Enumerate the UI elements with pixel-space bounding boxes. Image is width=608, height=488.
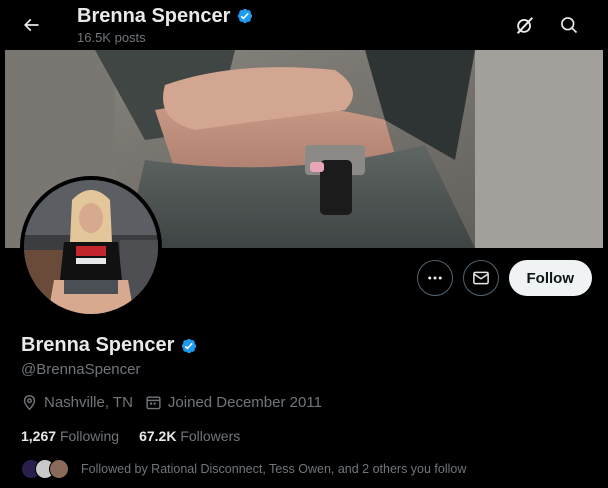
verified-badge-icon [238, 8, 253, 24]
followers-count: 67.2K [139, 428, 177, 444]
arrow-left-icon [23, 18, 39, 32]
followers-label: Followers [180, 428, 241, 444]
display-name: Brenna Spencer [21, 334, 175, 356]
calendar-icon [146, 396, 161, 410]
profile-stats: 1,267 Following 67.2K Followers [21, 428, 260, 444]
following-label: Following [59, 428, 120, 444]
profile-avatar[interactable] [20, 176, 162, 318]
followed-by-text: Followed by Rational Disconnect, Tess Ow… [81, 462, 467, 476]
verified-badge-icon[interactable] [179, 336, 199, 356]
more-button[interactable] [416, 260, 453, 296]
header-title-block: Brenna Spencer 16.5K posts [77, 4, 255, 45]
location-text: Nashville, TN [44, 394, 133, 411]
location-pin-icon [23, 395, 36, 411]
message-button[interactable] [462, 260, 499, 296]
profile-meta: Nashville, TN Joined December 2011 [21, 394, 334, 411]
followed-by-avatars [21, 459, 73, 479]
profile-location: Nashville, TN [21, 394, 133, 411]
profile-joined: Joined December 2011 [145, 394, 322, 411]
header-posts-count: 16.5K posts [77, 30, 146, 45]
more-icon [427, 276, 442, 280]
back-button[interactable] [12, 6, 50, 44]
grok-button[interactable] [506, 6, 544, 44]
joined-text: Joined December 2011 [167, 394, 322, 411]
search-button[interactable] [550, 6, 588, 44]
profile-name-row: Brenna Spencer [21, 334, 199, 357]
avatar-image [24, 180, 158, 314]
profile-handle: @BrennaSpencer [21, 361, 141, 378]
header-title: Brenna Spencer [77, 5, 231, 27]
following-count: 1,267 [21, 428, 57, 444]
followed-by-row[interactable]: Followed by Rational Disconnect, Tess Ow… [21, 459, 466, 479]
grok-icon [516, 16, 534, 34]
profile-actions: Follow [416, 260, 592, 296]
search-icon [561, 17, 578, 34]
followers-link[interactable]: 67.2K Followers [139, 428, 240, 444]
follower-avatar [49, 459, 69, 479]
profile-header-bar: Brenna Spencer 16.5K posts [0, 0, 608, 50]
following-link[interactable]: 1,267 Following [21, 428, 119, 444]
follow-button[interactable]: Follow [508, 260, 592, 296]
envelope-icon [472, 271, 489, 285]
